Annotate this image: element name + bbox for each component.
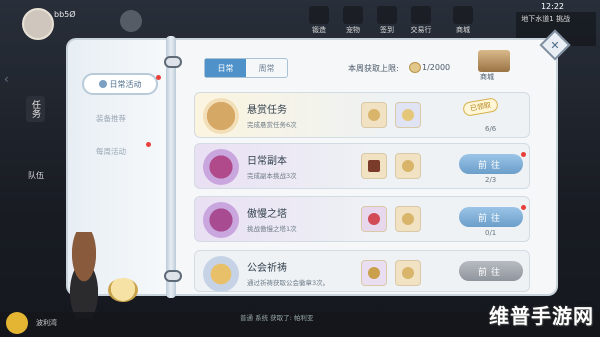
- task-title: 日常副本: [247, 156, 287, 167]
- task-progress: 2/3: [485, 176, 497, 184]
- reward-slot[interactable]: [395, 153, 421, 179]
- shop-icon: [453, 6, 473, 24]
- binder-ring: [164, 56, 182, 68]
- dungeon-emblem-icon: [203, 149, 239, 185]
- hud-coin-icon: [120, 10, 142, 32]
- menu-weekly-activity[interactable]: 每周活动: [96, 146, 126, 157]
- reward-slot[interactable]: [361, 102, 387, 128]
- anvil-icon: [309, 6, 329, 24]
- shop-label: 商城: [480, 73, 494, 81]
- coin-reward-icon: [402, 160, 414, 172]
- weekly-limit-value: 1/2000: [422, 63, 451, 72]
- task-card-bounty: 悬赏任务 完成悬赏任务6次 已领取 6/6: [194, 92, 530, 138]
- player-avatar[interactable]: [22, 8, 54, 40]
- tab-bar: 日常 周常: [204, 58, 288, 78]
- go-button[interactable]: 前往: [459, 207, 523, 227]
- hud-menu-label: 宠物: [346, 26, 360, 34]
- reward-slot[interactable]: [395, 102, 421, 128]
- weekly-limit-label: 本周获取上限:: [348, 64, 399, 73]
- chest-reward-icon: [368, 160, 380, 172]
- task-title: 公会祈祷: [247, 263, 287, 274]
- hud-menu-label: 商城: [456, 26, 470, 34]
- notification-dot: [521, 205, 526, 210]
- book-spine: [166, 36, 176, 298]
- clock-icon: [98, 80, 107, 88]
- menu-daily-activity-label: 日常活动: [109, 79, 142, 89]
- star-reward-icon: [368, 267, 380, 279]
- go-button[interactable]: 前往: [459, 154, 523, 174]
- pet-companion: [108, 278, 138, 302]
- menu-daily-activity[interactable]: 日常活动: [82, 73, 158, 95]
- reward-slot[interactable]: [361, 206, 387, 232]
- task-progress: 6/6: [485, 125, 497, 133]
- hud-menu-signin[interactable]: 签到: [370, 6, 404, 35]
- task-desc: 完成悬赏任务6次: [247, 121, 297, 129]
- coin-reward-icon: [368, 109, 380, 121]
- tab-weekly[interactable]: 周常: [246, 59, 287, 77]
- task-card-daily-dungeon: 日常副本 完成副本挑战3次 前往 2/3: [194, 143, 530, 189]
- channel-label: 波利湾: [36, 319, 57, 327]
- trade-icon: [411, 6, 431, 24]
- coin-reward-icon: [402, 213, 414, 225]
- status-time: 12:22: [540, 2, 564, 11]
- hud-menu-label: 签到: [380, 26, 394, 34]
- close-icon: ✕: [550, 38, 560, 52]
- hud-menu-label: 交易行: [410, 26, 432, 34]
- guild-emblem-icon: [203, 256, 239, 292]
- go-button-disabled[interactable]: 前往: [459, 261, 523, 281]
- crab-reward-icon: [368, 213, 380, 225]
- hud-menu-label: 锻造: [312, 26, 326, 34]
- calendar-icon: [377, 6, 397, 24]
- task-desc: 完成副本挑战3次: [247, 172, 297, 180]
- task-desc: 通过祈祷获取公会徽章3次。: [247, 279, 330, 287]
- side-team-label[interactable]: 队伍: [28, 170, 44, 181]
- task-progress: 0/1: [485, 229, 497, 237]
- hud-menu-pet[interactable]: 宠物: [336, 6, 370, 35]
- shop-stall-icon[interactable]: [478, 50, 510, 72]
- reward-slot[interactable]: [395, 260, 421, 286]
- reward-slot[interactable]: [361, 260, 387, 286]
- hud-menu-trade[interactable]: 交易行: [404, 6, 438, 35]
- notification-dot: [521, 152, 526, 157]
- coin-icon: [409, 62, 421, 73]
- reward-slot[interactable]: [361, 153, 387, 179]
- tower-emblem-icon: [203, 202, 239, 238]
- watermark: 维普手游网: [489, 304, 594, 328]
- hud-menu-forge[interactable]: 锻造: [302, 6, 336, 35]
- tab-daily[interactable]: 日常: [205, 59, 246, 77]
- side-tab-task[interactable]: 任务: [26, 96, 45, 122]
- task-desc: 挑战傲慢之塔1次: [247, 225, 297, 233]
- coin-reward-icon: [402, 267, 414, 279]
- bounty-board-icon: [203, 98, 239, 134]
- binder-ring: [164, 270, 182, 282]
- chibi-character: [56, 232, 112, 318]
- player-name: bb5Ø: [54, 10, 76, 19]
- claimed-badge: 已领取: [462, 97, 499, 117]
- task-card-tower: 傲慢之塔 挑战傲慢之塔1次 前往 0/1: [194, 196, 530, 242]
- chat-message[interactable]: 普通 系统 获取了: 帕利亚: [240, 312, 313, 322]
- notification-dot: [156, 75, 161, 80]
- medal-reward-icon: [402, 109, 414, 121]
- collapse-arrow-icon[interactable]: ‹: [4, 72, 9, 86]
- hud-menu-shop[interactable]: 商城: [446, 6, 480, 35]
- reward-slot[interactable]: [395, 206, 421, 232]
- pet-icon: [343, 6, 363, 24]
- menu-equipment-recommend[interactable]: 装备推荐: [96, 113, 126, 124]
- notification-dot: [146, 142, 151, 147]
- task-title: 傲慢之塔: [247, 209, 287, 220]
- task-title: 悬赏任务: [247, 105, 287, 116]
- minimap-label: 地下水道1 挑战: [521, 15, 570, 23]
- task-card-guild-prayer: 公会祈祷 通过祈祷获取公会徽章3次。 前往: [194, 250, 530, 292]
- channel-icon[interactable]: [6, 312, 28, 334]
